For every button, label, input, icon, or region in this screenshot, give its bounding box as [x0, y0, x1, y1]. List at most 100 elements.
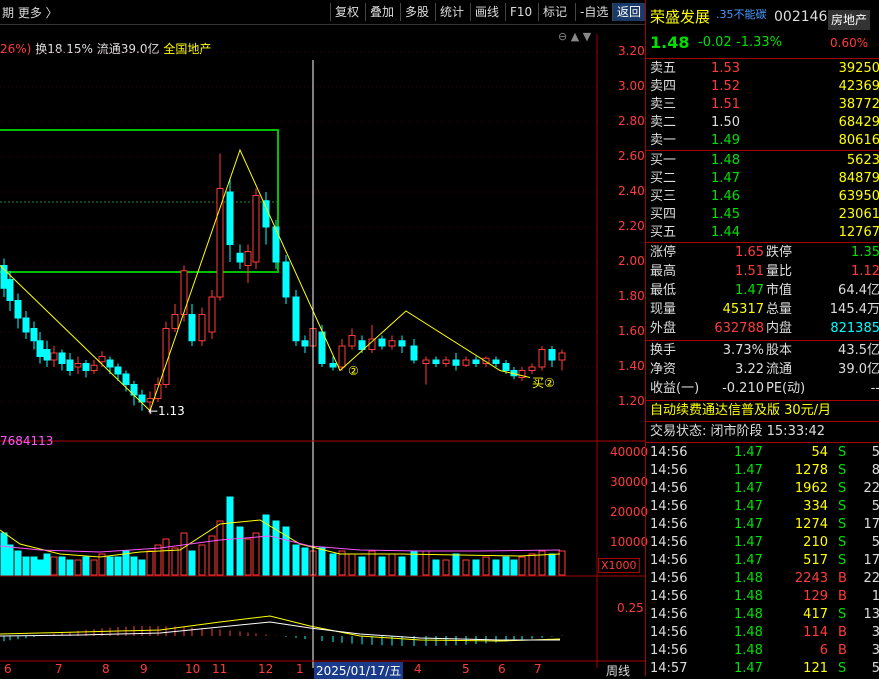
date-tick: 7 [55, 662, 63, 676]
volume-bar [216, 520, 224, 576]
stat-label: 最低 [650, 283, 677, 298]
stat-label: 现量 [650, 302, 677, 317]
volume-bar [398, 556, 406, 576]
level-label: 卖二 [650, 115, 677, 130]
trade-price: 1.47 [734, 535, 763, 550]
mark-button[interactable]: 标记 [538, 3, 571, 21]
orderbook-row[interactable]: 卖五 1.53 39250 [646, 60, 879, 78]
trade-count: 3 [871, 625, 879, 640]
date-tick: 1 [296, 662, 304, 676]
trade-volume: 121 [803, 661, 828, 676]
level-price: 1.50 [711, 115, 740, 130]
multi-stock-button[interactable]: 多股 [400, 3, 433, 21]
trade-side: S [838, 607, 847, 622]
orderbook-row[interactable]: 卖二 1.50 68429 [646, 114, 879, 132]
volume-bar [388, 553, 396, 576]
restore-rights-button[interactable]: 复权 [330, 3, 363, 21]
kline-chart[interactable] [0, 24, 645, 676]
stock-code: 002146 [774, 9, 828, 25]
stat-value: 3.73% [722, 343, 764, 358]
trade-time: 14:57 [650, 661, 688, 676]
subscription-ad[interactable]: 自动续费通达信普及版 30元/月 [650, 402, 831, 420]
chart-toolbar: 期 更多 〉 复权 叠加 多股 统计 画线 F10 标记 -自选 返回 [0, 0, 645, 25]
stat-value: 45317 [722, 302, 764, 317]
orderbook-row[interactable]: 买五 1.44 12767 [646, 224, 879, 242]
draw-line-button[interactable]: 画线 [470, 3, 503, 21]
stat-label: 净资 [650, 362, 677, 377]
trade-price: 1.47 [734, 463, 763, 478]
level-volume: 38772 [838, 97, 879, 112]
orderbook-row[interactable]: 买三 1.46 63950 [646, 188, 879, 206]
zigzag-polyline [0, 148, 531, 412]
low-annotation: ←1.13 [148, 404, 185, 418]
trade-volume: 1274 [794, 517, 828, 532]
orderbook-row[interactable]: 买四 1.45 23061 [646, 206, 879, 224]
orderbook-row[interactable]: 卖一 1.49 80616 [646, 132, 879, 150]
signal-mark-1: ② [348, 364, 359, 378]
back-button[interactable]: 返回 [612, 3, 645, 21]
quote-panel: 荣盛发展 .35不能碳 002146 房地产 1.48 -0.02 -1.33%… [645, 0, 879, 676]
volume-bar [106, 556, 114, 576]
trade-row: 14:56 1.47 1278 S 8 [646, 462, 879, 480]
level-label: 买三 [650, 189, 677, 204]
trade-row: 14:56 1.47 54 S 5 [646, 444, 879, 462]
volume-bar [378, 556, 386, 576]
price-tick: 2.60 [618, 149, 645, 163]
candle [452, 353, 460, 371]
period-menu[interactable]: 期 更多 〉 [2, 4, 58, 21]
date-tick: 4 [414, 662, 422, 676]
volume-bar [244, 538, 252, 576]
price-tick: 3.20 [618, 44, 645, 58]
volume-bar [518, 556, 526, 576]
trade-count: 1 [871, 589, 879, 604]
trade-volume: 334 [803, 499, 828, 514]
trade-volume: 210 [803, 535, 828, 550]
candle [236, 244, 244, 269]
zigzag-line [0, 148, 531, 412]
date-tick: 12 [258, 662, 274, 676]
stat-value: 1.65 [735, 245, 764, 260]
watchlist-button[interactable]: -自选 [575, 3, 612, 21]
candle [282, 255, 290, 304]
volume-bar [452, 553, 460, 576]
statistics-button[interactable]: 统计 [435, 3, 468, 21]
orderbook-row[interactable]: 买一 1.48 5623 [646, 152, 879, 170]
candle [368, 325, 376, 353]
volume-bar [162, 538, 170, 576]
f10-button[interactable]: F10 [505, 3, 536, 21]
stat-row: 涨停 1.65 跌停 1.35 [646, 244, 879, 262]
period-label[interactable]: 周线 [606, 662, 630, 679]
price-change: -0.02 [698, 35, 732, 50]
volume-bar [146, 550, 154, 576]
trade-price: 1.47 [734, 661, 763, 676]
level-label: 卖四 [650, 79, 677, 94]
trade-side: B [838, 571, 847, 586]
sector-badge[interactable]: 房地产 [828, 10, 871, 30]
orderbook-row[interactable]: 卖三 1.51 38772 [646, 96, 879, 114]
stat-value: 3.22 [735, 362, 764, 377]
candle [82, 360, 90, 378]
trade-time: 14:56 [650, 445, 688, 460]
trade-count: 5 [871, 661, 879, 676]
volume-bar [329, 553, 337, 576]
volume-tick: 20000 [610, 505, 649, 519]
date-tick: 5 [462, 662, 470, 676]
volume-tick: 30000 [610, 475, 649, 489]
candle [74, 356, 82, 374]
candle [22, 311, 30, 339]
trade-side: S [838, 517, 847, 532]
trade-side: S [838, 463, 847, 478]
trade-row: 14:57 1.47 121 S 5 [646, 660, 879, 678]
trade-count: 8 [871, 463, 879, 478]
trade-side: S [838, 481, 847, 496]
volume-label: 7684113 [0, 434, 54, 448]
trade-side: S [838, 661, 847, 676]
volume-bar [171, 547, 179, 576]
orderbook-row[interactable]: 买二 1.47 84879 [646, 170, 879, 188]
trade-price: 1.48 [734, 625, 763, 640]
orderbook-row[interactable]: 卖四 1.52 42369 [646, 78, 879, 96]
overlay-button[interactable]: 叠加 [365, 3, 398, 21]
stat-value: -0.210 [722, 381, 764, 396]
volume-tick: 10000 [610, 535, 649, 549]
trade-side: B [838, 643, 847, 658]
